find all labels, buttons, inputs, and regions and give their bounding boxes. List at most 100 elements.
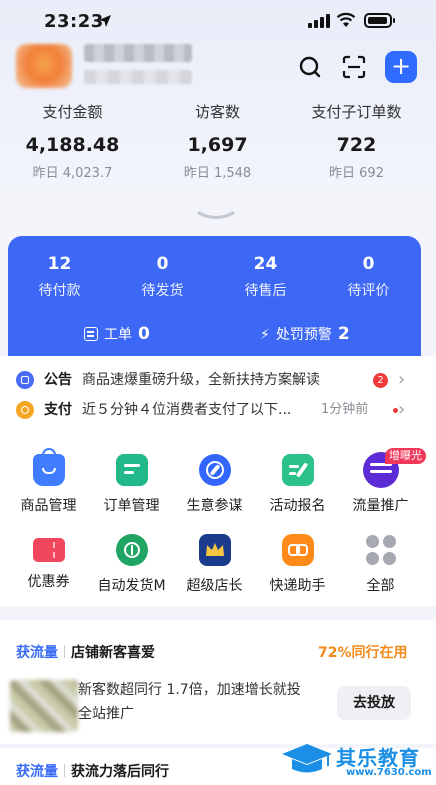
cellular-signal-icon	[308, 14, 330, 28]
stat-label: 支付子订单数	[311, 103, 402, 121]
shop-avatar[interactable]	[16, 44, 72, 88]
status-time: 23:23	[44, 11, 104, 32]
card-description: 新客数超同行 1.7倍，加速增长就投 全站推广	[78, 678, 328, 726]
ticket-entry[interactable]: 工单 0	[84, 322, 150, 346]
battery-icon	[364, 13, 395, 28]
grid-label: 商品管理	[20, 498, 77, 514]
stat-previous: 昨日 1,548	[183, 166, 252, 181]
stat-label: 支付金额	[42, 103, 103, 121]
promo-badge: 增曝光	[385, 448, 426, 464]
grid-item-business-advisor[interactable]: 生意参谋	[173, 454, 256, 516]
notice-payment[interactable]: 支付 近５分钟４位消费者支付了以下... 1分钟前 ›	[16, 396, 416, 424]
card-header: 获流量 获流力落后同行	[16, 760, 169, 784]
card-line: 全站推广	[78, 706, 134, 722]
ticket-count: 0	[138, 324, 150, 344]
stat-value: 722	[336, 134, 377, 156]
grid-label: 订单管理	[103, 498, 160, 514]
penalty-warning-entry[interactable]: ⚡ 处罚预警 2	[260, 322, 350, 346]
grid-label: 生意参谋	[186, 498, 243, 514]
order-pending-review[interactable]: 0 待评价	[317, 252, 420, 301]
grid-label: 自动发货M	[97, 578, 166, 594]
status-bar: 23:23	[0, 0, 436, 44]
card-header: 获流量 店铺新客喜爱	[16, 641, 155, 665]
watermark: 其乐教育 www.7630.com	[280, 738, 436, 785]
edit-form-icon	[281, 454, 314, 486]
order-pending-shipment[interactable]: 0 待发货	[111, 252, 214, 301]
chevron-right-icon: ›	[398, 399, 406, 420]
ticket-label: 工单	[104, 327, 132, 343]
grid-label: 优惠券	[27, 574, 70, 590]
order-label: 待付款	[38, 283, 81, 299]
card-key: 获流量	[16, 645, 58, 661]
watermark-url: www.7630.com	[346, 767, 432, 778]
grid-label: 快递助手	[269, 578, 326, 594]
shop-name-redacted[interactable]	[84, 44, 192, 62]
notice-text: 近５分钟４位消费者支付了以下...	[82, 402, 292, 418]
stat-previous: 昨日 4,023.7	[32, 166, 113, 181]
grid-item-all[interactable]: 全部	[339, 534, 422, 596]
card-key: 获流量	[16, 764, 58, 780]
notice-tag: 支付	[44, 402, 72, 418]
grid-item-traffic-promotion[interactable]: 增曝光 流量推广	[339, 448, 426, 516]
order-count: 0	[156, 254, 169, 274]
shopping-bag-icon	[32, 448, 65, 486]
all-grid-icon	[365, 534, 397, 566]
stat-value: 1,697	[187, 134, 248, 156]
add-button[interactable]: +	[385, 51, 417, 83]
notice-text: 商品速爆重磅升级，全新扶持方案解读	[82, 372, 320, 388]
auto-ship-icon	[115, 534, 148, 566]
stat-visitors[interactable]: 访客数 1,697 昨日 1,548	[145, 100, 290, 184]
stat-payment-amount[interactable]: 支付金额 4,188.48 昨日 4,023.7	[0, 100, 145, 184]
order-pending-payment[interactable]: 12 待付款	[8, 252, 111, 301]
notice-tag: 公告	[44, 372, 72, 388]
order-after-sale[interactable]: 24 待售后	[214, 252, 317, 301]
grid-item-order-management[interactable]: 订单管理	[90, 454, 173, 516]
grid-item-coupons[interactable]: 优惠券	[7, 534, 90, 592]
grid-item-auto-ship[interactable]: 自动发货M	[90, 534, 173, 596]
location-arrow-icon	[99, 15, 111, 27]
function-grid: 商品管理 订单管理 生意参谋 活动报名 增曝光 流量推广 优惠券 自动发货M 超…	[0, 434, 436, 606]
grid-label: 全部	[366, 578, 395, 594]
graduation-cap-icon	[282, 744, 332, 773]
order-count: 24	[253, 254, 278, 274]
wifi-icon	[336, 12, 356, 27]
stat-value: 4,188.48	[25, 134, 120, 156]
scan-icon[interactable]	[340, 53, 368, 81]
card-line: 新客数超同行 1.7倍，加速增长就投	[78, 682, 301, 698]
card-title: 获流力落后同行	[71, 764, 169, 780]
payment-coin-icon	[16, 401, 34, 419]
notice-section: 公告 商品速爆重磅升级，全新扶持方案解读 2 › 支付 近５分钟４位消费者支付了…	[0, 356, 436, 434]
stat-previous: 昨日 692	[329, 166, 384, 181]
penalty-label: 处罚预警	[275, 327, 332, 343]
compass-icon	[198, 454, 231, 486]
crown-icon	[198, 534, 231, 566]
grid-item-delivery-helper[interactable]: 快递助手	[256, 534, 339, 596]
grid-item-activity-signup[interactable]: 活动报名	[256, 454, 339, 516]
grid-item-product-management[interactable]: 商品管理	[7, 448, 90, 516]
shop-subtitle-redacted	[84, 70, 192, 84]
notice-time: 1分钟前	[321, 402, 369, 417]
notice-unread-badge: 2	[373, 373, 388, 388]
chevron-right-icon: ›	[398, 369, 406, 390]
invest-button[interactable]: 去投放	[337, 686, 411, 720]
ticket-icon	[84, 327, 98, 341]
order-label: 待发货	[141, 283, 184, 299]
expand-chevron-down-icon[interactable]	[196, 210, 236, 222]
peer-usage-tag: 72%同行在用	[318, 645, 408, 661]
order-count: 0	[362, 254, 375, 274]
order-count: 12	[47, 254, 72, 274]
order-status-panel: 12 待付款 0 待发货 24 待售后 0 待评价 工单 0 ⚡ 处罚预警 2	[8, 236, 421, 360]
stat-sub-orders[interactable]: 支付子订单数 722 昨日 692	[284, 100, 429, 184]
grid-item-super-manager[interactable]: 超级店长	[173, 534, 256, 596]
lightning-icon: ⚡	[260, 327, 270, 343]
order-list-icon	[115, 454, 148, 486]
penalty-count: 2	[337, 324, 350, 344]
delivery-link-icon	[281, 534, 314, 566]
grid-label: 超级店长	[186, 578, 243, 594]
card-thumbnail-redacted	[10, 680, 78, 732]
order-label: 待评价	[347, 283, 390, 299]
search-icon[interactable]	[296, 53, 324, 81]
grid-label: 流量推广	[352, 498, 409, 514]
order-label: 待售后	[244, 283, 287, 299]
notice-announcement[interactable]: 公告 商品速爆重磅升级，全新扶持方案解读 2 ›	[16, 366, 416, 394]
